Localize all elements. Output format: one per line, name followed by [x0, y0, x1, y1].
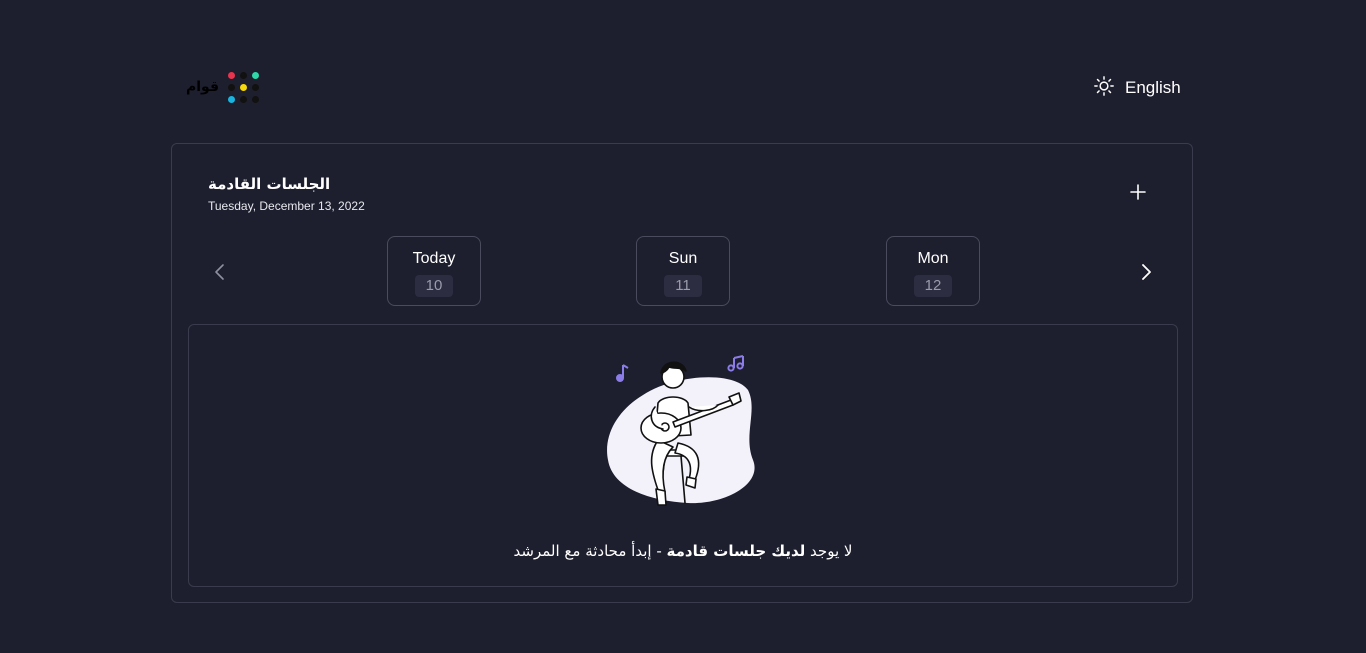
empty-state-message: لا يوجد لديك جلسات قادمة - إبدأ محادثة م…	[513, 542, 853, 560]
logo[interactable]: قوام	[186, 70, 262, 106]
day-today[interactable]: Today 10	[387, 236, 481, 306]
day-number: 11	[664, 275, 702, 297]
day-name: Sun	[668, 250, 698, 267]
plus-icon	[1130, 184, 1146, 200]
guitar-player-illustration	[607, 355, 755, 506]
day-name: Today	[412, 250, 456, 267]
empty-sessions-panel: لا يوجد لديك جلسات قادمة - إبدأ محادثة م…	[188, 324, 1178, 587]
day-mon[interactable]: Mon 12	[886, 236, 980, 306]
chevron-left-icon	[215, 264, 224, 280]
upcoming-sessions-card: الجلسات القادمة Tuesday, December 13, 20…	[171, 143, 1193, 603]
add-session-button[interactable]	[1128, 182, 1148, 202]
language-label[interactable]: English	[1125, 78, 1181, 98]
logo-text: قوام	[186, 79, 220, 95]
page: قوام English الجلسات القادمة Tuesday, De…	[0, 0, 1366, 653]
day-sun[interactable]: Sun 11	[636, 236, 730, 306]
card-date: Tuesday, December 13, 2022	[208, 199, 365, 213]
prev-days-button[interactable]	[208, 260, 232, 284]
chevron-right-icon	[1142, 264, 1151, 280]
day-number: 10	[415, 275, 453, 297]
day-name: Mon	[917, 250, 949, 267]
language-switch[interactable]: English	[1093, 75, 1181, 102]
sun-icon[interactable]	[1093, 75, 1115, 102]
next-days-button[interactable]	[1134, 260, 1158, 284]
day-number: 12	[914, 275, 952, 297]
card-title: الجلسات القادمة	[208, 175, 331, 193]
logo-dots-icon	[226, 72, 262, 106]
